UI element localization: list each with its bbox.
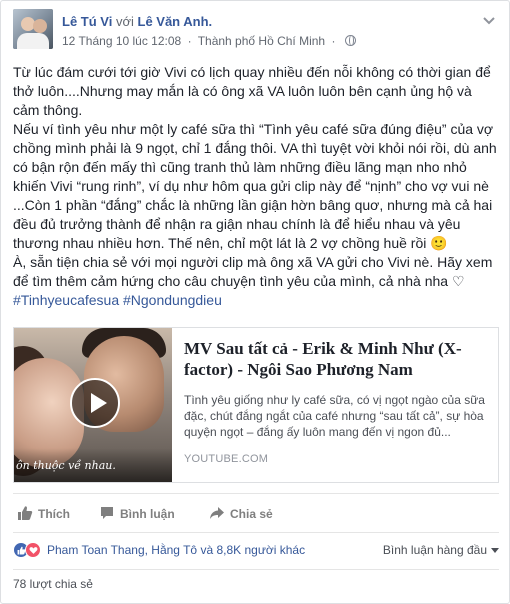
comment-label: Bình luận (120, 507, 175, 521)
post-body: Từ lúc đám cưới tới giờ Vivi có lịch qua… (13, 63, 499, 310)
share-arrow-icon (210, 507, 224, 519)
post-hashtags[interactable]: #Tinhyeucafesua #Ngondungdieu (13, 291, 499, 310)
love-reaction-icon[interactable] (25, 542, 41, 558)
share-button[interactable]: Chia sẻ (209, 505, 273, 522)
post-paragraph-2: Nếu ví tình yêu như một ly café sữa thì … (13, 121, 497, 251)
with-word: với (115, 14, 134, 29)
link-title[interactable]: MV Sau tất cả - Erik & Minh Như (X-facto… (184, 338, 490, 380)
feed-post: Lê Tú Vi với Lê Văn Anh. 12 Tháng 10 lúc… (0, 0, 510, 604)
like-button[interactable]: Thích (17, 505, 70, 522)
meta-separator: · (187, 34, 192, 48)
tagged-name-link[interactable]: Lê Văn Anh. (138, 14, 213, 29)
play-icon[interactable] (70, 378, 120, 428)
link-info: MV Sau tất cả - Erik & Minh Như (X-facto… (184, 338, 490, 440)
thumbnail-caption: ôn thuộc về nhau. (16, 459, 116, 472)
reactions-row: Pham Toan Thang, Hằng Tô và 8,8K người k… (13, 539, 499, 563)
comment-sort-dropdown[interactable]: Bình luận hàng đầu (383, 543, 499, 557)
chevron-down-icon[interactable] (481, 15, 497, 27)
link-domain: YOUTUBE.COM (184, 453, 269, 465)
link-description: Tình yêu giống như ly café sữa, có vị ng… (184, 393, 485, 439)
reactions-summary-link[interactable]: Pham Toan Thang, Hằng Tô và 8,8K người k… (47, 543, 305, 557)
comment-icon (101, 507, 113, 519)
caret-down-icon (491, 548, 499, 553)
globe-icon[interactable] (344, 35, 356, 46)
post-paragraph-3: À, sẵn tiện chia sẻ với mọi người clip m… (13, 254, 493, 289)
post-author-line: Lê Tú Vi với Lê Văn Anh. (62, 13, 212, 30)
post-paragraph-1: Từ lúc đám cưới tới giờ Vivi có lịch qua… (13, 64, 491, 118)
post-meta: 12 Tháng 10 lúc 12:08 · Thành phố Hồ Chí… (62, 34, 356, 48)
author-avatar[interactable] (13, 9, 53, 49)
comment-button[interactable]: Bình luận (99, 505, 175, 522)
video-thumbnail[interactable]: ôn thuộc về nhau. (14, 328, 172, 482)
thumbs-up-icon (18, 506, 33, 520)
post-timestamp[interactable]: 12 Tháng 10 lúc 12:08 (62, 34, 181, 48)
post-header: Lê Tú Vi với Lê Văn Anh. 12 Tháng 10 lúc… (13, 9, 499, 53)
share-label: Chia sẻ (230, 507, 273, 521)
post-action-bar: Thích Bình luận Chia sẻ (13, 493, 499, 533)
author-name-link[interactable]: Lê Tú Vi (62, 14, 112, 29)
share-count-link[interactable]: 78 lượt chia sẻ (13, 577, 93, 591)
meta-separator-2: · (331, 34, 336, 48)
comment-sort-label: Bình luận hàng đầu (382, 543, 487, 557)
like-label: Thích (38, 507, 70, 521)
divider (13, 569, 499, 570)
link-preview-card[interactable]: ôn thuộc về nhau. MV Sau tất cả - Erik &… (13, 327, 499, 483)
post-location-link[interactable]: Thành phố Hồ Chí Minh (198, 34, 325, 48)
